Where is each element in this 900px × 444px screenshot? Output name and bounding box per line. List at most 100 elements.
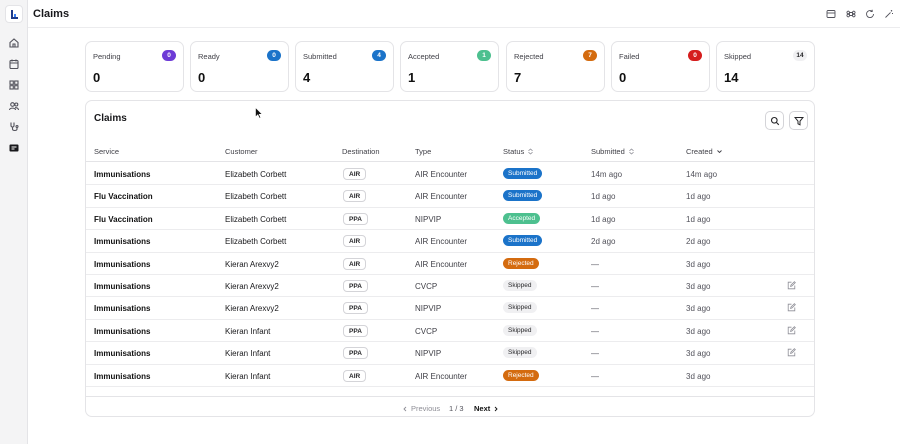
cell-type: NIPVIP [415, 349, 442, 359]
cell-created: 3d ago [686, 282, 711, 291]
filter-button[interactable] [789, 111, 808, 130]
cell-customer: Elizabeth Corbett [225, 237, 287, 247]
destination-badge: AIR [343, 190, 367, 203]
stat-card-accepted[interactable]: Accepted 1 1 [400, 41, 499, 92]
status-badge: Submitted [503, 168, 543, 179]
grid-icon[interactable] [7, 78, 21, 92]
table-row[interactable]: Immunisations Kieran Arexvy2 PPA NIPVIP Skip… [86, 297, 814, 320]
column-header-submitted[interactable]: Submitted [591, 147, 635, 156]
stat-label: Failed [619, 52, 640, 61]
table-row[interactable]: Immunisations Kieran Infant AIR AIR Encount… [86, 365, 814, 387]
cell-service: Immunisations [94, 259, 151, 269]
main-content: Pending 0 0 Ready 0 0 Submitted 4 4 Acce… [28, 28, 900, 444]
stat-badge: 0 [688, 50, 702, 61]
column-header-destination[interactable]: Destination [342, 147, 380, 156]
table-row[interactable]: Immunisations Elizabeth Corbett AIR AIR Enc… [86, 230, 814, 253]
cell-service: Immunisations [94, 371, 151, 381]
stat-card-submitted[interactable]: Submitted 4 4 [295, 41, 394, 92]
cell-created: 2d ago [686, 237, 711, 247]
cell-type: AIR Encounter [415, 371, 468, 381]
cell-type: CVCP [415, 326, 438, 336]
edit-icon[interactable] [787, 303, 796, 312]
search-button[interactable] [765, 111, 784, 130]
filter-icon [793, 116, 804, 126]
cell-submitted: 1d ago [591, 192, 616, 202]
cell-customer: Kieran Arexvy2 [225, 259, 279, 269]
table-title: Claims [94, 113, 127, 124]
column-header-type[interactable]: Type [415, 147, 431, 156]
stat-badge: 0 [162, 50, 176, 61]
chevron-left-icon [403, 406, 407, 411]
column-header-service[interactable]: Service [94, 147, 119, 156]
cell-submitted: 14m ago [591, 170, 623, 179]
sort-desc-icon [716, 150, 722, 154]
cell-service: Immunisations [94, 326, 151, 336]
column-header-status[interactable]: Status [503, 147, 534, 156]
table-row[interactable]: Immunisations Kieran Infant PPA CVCP Skipped… [86, 320, 814, 343]
table-row[interactable]: Immunisations Kieran Arexvy2 PPA CVCP Skippe… [86, 275, 814, 298]
edit-icon[interactable] [787, 325, 796, 335]
table-row[interactable]: Flu Vaccination Elizabeth Corbett PPA NIPVI… [86, 208, 814, 231]
cell-customer: Kieran Infant [225, 371, 271, 381]
edit-icon[interactable] [787, 281, 796, 290]
wand-icon[interactable] [884, 9, 894, 19]
cell-service: Flu Vaccination [94, 192, 153, 202]
cell-service: Immunisations [94, 304, 151, 314]
stat-label: Submitted [303, 52, 337, 61]
pagination: Previous 1 / 3 Next [86, 396, 814, 416]
cell-service: Immunisations [94, 170, 151, 179]
cell-service: Immunisations [94, 282, 151, 291]
cell-submitted: — [591, 371, 599, 381]
stat-card-rejected[interactable]: Rejected 7 7 [506, 41, 605, 92]
next-page-button[interactable]: Next [474, 404, 499, 413]
cell-customer: Kieran Arexvy2 [225, 304, 279, 314]
table-row[interactable]: Immunisations Kieran Infant PPA NIPVIP Skipp… [86, 342, 814, 365]
page-indicator: 1 / 3 [449, 404, 464, 413]
destination-badge: PPA [343, 212, 368, 225]
destination-badge: AIR [343, 369, 367, 382]
stat-card-ready[interactable]: Ready 0 0 [190, 41, 289, 92]
page-title: Claims [33, 8, 70, 20]
cell-service: Immunisations [94, 237, 151, 247]
column-header-customer[interactable]: Customer [225, 147, 258, 156]
cell-submitted: 1d ago [591, 214, 616, 224]
cell-service: Immunisations [94, 349, 151, 359]
cell-type: CVCP [415, 282, 438, 291]
status-badge: Skipped [503, 280, 537, 291]
cell-type: AIR Encounter [415, 170, 468, 179]
stat-card-failed[interactable]: Failed 0 0 [611, 41, 710, 92]
command-icon[interactable] [846, 9, 856, 19]
home-icon[interactable] [7, 36, 21, 50]
destination-badge: PPA [343, 280, 368, 292]
status-badge: Rejected [503, 369, 539, 381]
claims-icon[interactable] [4, 140, 24, 156]
layout-icon[interactable] [826, 9, 836, 19]
stat-card-skipped[interactable]: Skipped 14 14 [716, 41, 815, 92]
sort-icon [528, 148, 534, 155]
status-badge: Submitted [503, 235, 543, 247]
status-badge: Skipped [503, 302, 537, 314]
table-row[interactable]: Flu Vaccination Elizabeth Corbett AIR AIR E… [86, 185, 814, 208]
previous-page-button[interactable]: Previous [402, 404, 440, 413]
users-icon[interactable] [7, 99, 21, 113]
cell-customer: Elizabeth Corbett [225, 214, 287, 224]
status-badge: Rejected [503, 257, 539, 269]
stat-label: Pending [93, 52, 121, 61]
table-row[interactable]: Immunisations Kieran Arexvy2 AIR AIR Encoun… [86, 253, 814, 275]
cell-type: AIR Encounter [415, 259, 468, 269]
destination-badge: AIR [343, 168, 367, 180]
calendar-icon[interactable] [7, 57, 21, 71]
edit-icon[interactable] [787, 348, 796, 357]
cell-submitted: — [591, 304, 599, 314]
table-row[interactable]: Immunisations Elizabeth Corbett AIR AIR Enc… [86, 163, 814, 186]
stat-value: 0 [198, 70, 206, 85]
column-header-created[interactable]: Created [686, 147, 723, 156]
claims-table-card: Claims Service Customer Destination Type… [85, 100, 815, 417]
cell-submitted: 2d ago [591, 237, 616, 247]
cell-type: NIPVIP [415, 304, 442, 314]
stat-card-pending[interactable]: Pending 0 0 [85, 41, 184, 92]
refresh-icon[interactable] [865, 9, 875, 19]
app-logo[interactable] [5, 5, 23, 23]
cell-type: AIR Encounter [415, 237, 468, 247]
stethoscope-icon[interactable] [7, 120, 21, 134]
